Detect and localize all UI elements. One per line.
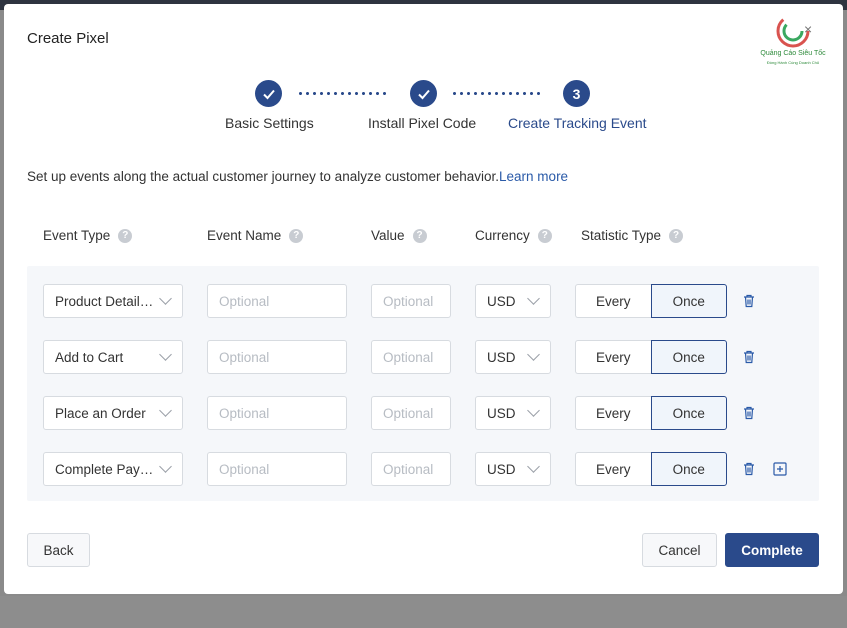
chevron-down-icon (159, 460, 172, 473)
help-icon[interactable]: ? (118, 228, 133, 243)
header-currency-label: Currency (475, 228, 530, 243)
statistic-once-option[interactable]: Once (650, 284, 727, 318)
logo-tagline: Đồng Hành Cùng Doanh Chủ (766, 60, 820, 65)
header-currency: Currency ? (475, 228, 552, 243)
help-icon[interactable]: ? (537, 228, 552, 243)
delete-row-icon[interactable] (741, 461, 757, 477)
statistic-once-option[interactable]: Once (650, 340, 727, 374)
backdrop-bottom (0, 596, 847, 628)
event-row: Product Details Page Optional Optional U… (27, 284, 819, 320)
chevron-down-icon (527, 404, 540, 417)
header-statistic-type: Statistic Type ? (581, 228, 684, 243)
close-icon[interactable]: × (804, 22, 812, 36)
delete-row-icon[interactable] (741, 293, 757, 309)
help-icon[interactable]: ? (289, 228, 304, 243)
currency-value: USD (487, 461, 516, 477)
event-row: Place an Order Optional Optional USD Eve… (27, 396, 819, 432)
delete-row-icon[interactable] (741, 349, 757, 365)
event-row: Complete Payment Optional Optional USD E… (27, 452, 819, 488)
event-type-value: Product Details Page (55, 293, 154, 309)
step-3-number: 3 (563, 80, 590, 107)
currency-select[interactable]: USD (475, 284, 551, 318)
currency-value: USD (487, 293, 516, 309)
value-input[interactable]: Optional (371, 452, 451, 486)
back-button[interactable]: Back (27, 533, 90, 567)
header-event-name-label: Event Name (207, 228, 282, 243)
event-type-value: Add to Cart (55, 349, 124, 365)
statistic-every-option[interactable]: Every (575, 396, 651, 430)
step-connector (451, 92, 544, 95)
event-type-select[interactable]: Place an Order (43, 396, 183, 430)
chevron-down-icon (159, 292, 172, 305)
help-icon[interactable]: ? (412, 228, 427, 243)
statistic-type-toggle: Every Once (575, 452, 727, 486)
event-row: Add to Cart Optional Optional USD Every … (27, 340, 819, 376)
create-pixel-modal: Create Pixel Quảng Cáo Siêu Tốc Đồng Hàn… (4, 4, 843, 594)
value-input[interactable]: Optional (371, 340, 451, 374)
step-label-create-tracking-event[interactable]: Create Tracking Event (508, 115, 647, 131)
cancel-button[interactable]: Cancel (642, 533, 717, 567)
step-label-basic-settings[interactable]: Basic Settings (225, 115, 314, 131)
brand-logo: Quảng Cáo Siêu Tốc Đồng Hành Cùng Doanh … (746, 12, 840, 72)
step-2-check-icon (410, 80, 437, 107)
event-type-select[interactable]: Complete Payment (43, 452, 183, 486)
statistic-type-toggle: Every Once (575, 396, 727, 430)
statistic-once-option[interactable]: Once (650, 396, 727, 430)
chevron-down-icon (527, 460, 540, 473)
event-name-input[interactable]: Optional (207, 340, 347, 374)
header-event-name: Event Name ? (207, 228, 304, 243)
statistic-every-option[interactable]: Every (575, 340, 651, 374)
event-type-value: Complete Payment (55, 461, 154, 477)
value-input[interactable]: Optional (371, 284, 451, 318)
chevron-down-icon (527, 292, 540, 305)
complete-button[interactable]: Complete (725, 533, 819, 567)
event-name-input[interactable]: Optional (207, 396, 347, 430)
currency-value: USD (487, 349, 516, 365)
step-connector (297, 92, 390, 95)
event-name-input[interactable]: Optional (207, 284, 347, 318)
header-event-type: Event Type ? (43, 228, 133, 243)
step-1-check-icon (255, 80, 282, 107)
delete-row-icon[interactable] (741, 405, 757, 421)
step-label-install-pixel-code[interactable]: Install Pixel Code (368, 115, 476, 131)
event-type-select[interactable]: Add to Cart (43, 340, 183, 374)
learn-more-link[interactable]: Learn more (499, 169, 568, 184)
chevron-down-icon (527, 348, 540, 361)
event-type-value: Place an Order (55, 405, 146, 421)
header-value: Value ? (371, 228, 427, 243)
statistic-type-toggle: Every Once (575, 284, 727, 318)
help-icon[interactable]: ? (669, 228, 684, 243)
header-statistic-type-label: Statistic Type (581, 228, 662, 243)
event-type-select[interactable]: Product Details Page (43, 284, 183, 318)
intro-description: Set up events along the actual customer … (27, 169, 500, 184)
intro-text: Set up events along the actual customer … (27, 169, 568, 184)
currency-select[interactable]: USD (475, 340, 551, 374)
event-rows-panel: Product Details Page Optional Optional U… (27, 266, 819, 501)
logo-mark-icon (776, 14, 810, 48)
statistic-every-option[interactable]: Every (575, 452, 651, 486)
modal-title: Create Pixel (27, 30, 109, 47)
statistic-type-toggle: Every Once (575, 340, 727, 374)
header-value-label: Value (371, 228, 405, 243)
currency-select[interactable]: USD (475, 452, 551, 486)
statistic-every-option[interactable]: Every (575, 284, 651, 318)
header-event-type-label: Event Type (43, 228, 111, 243)
currency-value: USD (487, 405, 516, 421)
event-name-input[interactable]: Optional (207, 452, 347, 486)
value-input[interactable]: Optional (371, 396, 451, 430)
statistic-once-option[interactable]: Once (650, 452, 727, 486)
logo-name: Quảng Cáo Siêu Tốc (760, 50, 826, 57)
currency-select[interactable]: USD (475, 396, 551, 430)
chevron-down-icon (159, 348, 172, 361)
chevron-down-icon (159, 404, 172, 417)
add-row-icon[interactable] (772, 461, 788, 477)
